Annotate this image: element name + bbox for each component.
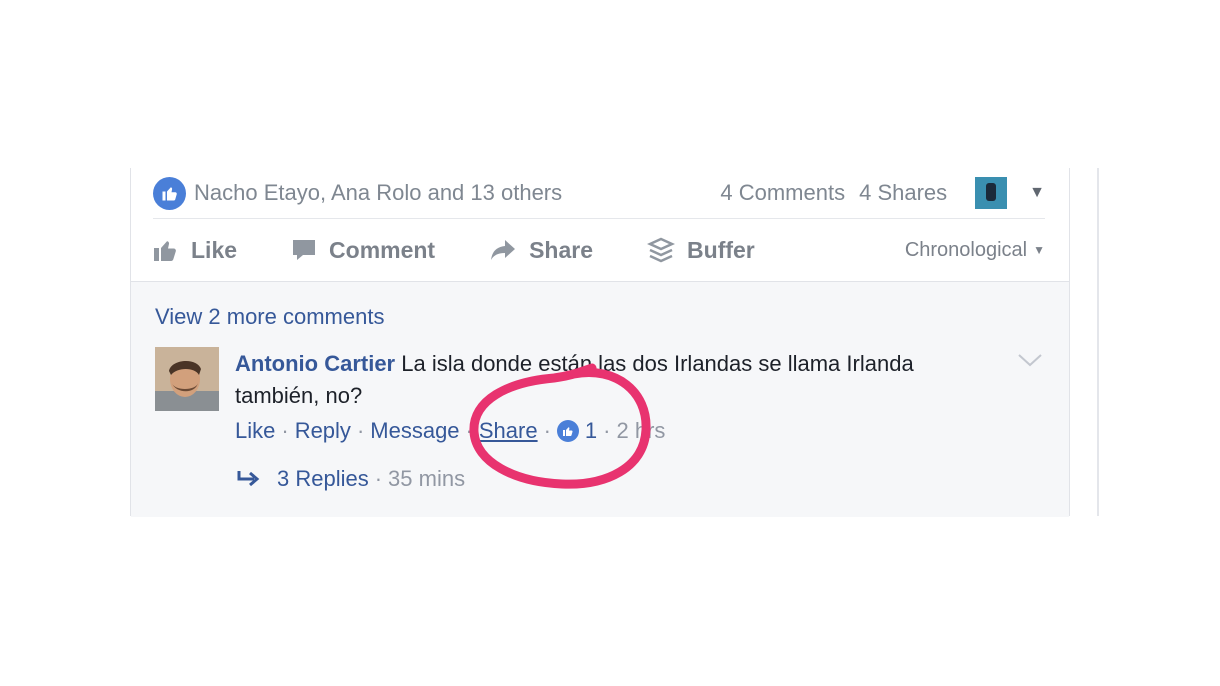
share-label: Share [529, 236, 594, 263]
post-card: Nacho Etayo, Ana Rolo and 13 others 4 Co… [130, 168, 1070, 517]
comment-message-link[interactable]: Message [370, 418, 459, 444]
likes-summary-link[interactable]: Nacho Etayo, Ana Rolo and 13 others [194, 180, 562, 206]
comment-share-link[interactable]: Share [479, 418, 538, 444]
sort-label: Chronological [904, 238, 1028, 261]
replies-count[interactable]: 3 Replies [277, 466, 369, 492]
page-avatar[interactable] [975, 177, 1008, 209]
comment-label: Comment [329, 236, 436, 263]
share-button[interactable]: Share [489, 237, 593, 264]
replies-link[interactable]: 3 Replies · 35 mins [235, 466, 465, 492]
buffer-icon [647, 237, 676, 263]
comment-button[interactable]: Comment [291, 237, 435, 264]
post-options-caret-icon[interactable]: ▼ [1029, 184, 1045, 202]
comment-icon [293, 240, 316, 260]
like-reaction-icon[interactable] [153, 176, 186, 210]
separator: · [465, 418, 473, 443]
reactions-summary: Nacho Etayo, Ana Rolo and 13 others 4 Co… [153, 168, 1045, 219]
separator: · [356, 418, 365, 443]
comments-section: View 2 more comments Antonio Cartier La … [131, 281, 1069, 517]
comment-sort-dropdown[interactable]: Chronological ▼ [905, 239, 1045, 262]
comment-reply-link[interactable]: Reply [295, 418, 351, 444]
like-label: Like [191, 236, 238, 263]
like-icon [154, 241, 176, 261]
separator: · [281, 418, 289, 443]
sort-caret-icon: ▼ [1033, 243, 1045, 257]
outer-divider [1097, 168, 1099, 516]
comment-like-count[interactable]: 1 [585, 418, 597, 444]
comment-like-count-icon[interactable] [556, 420, 579, 442]
buffer-label: Buffer [687, 236, 755, 263]
reply-arrow-icon [237, 471, 260, 487]
comment-actions: Like · Reply · Message · Share · 1 · 2 h… [235, 418, 665, 444]
separator: · [543, 418, 551, 443]
separator: · [374, 466, 383, 491]
comment-timestamp[interactable]: 2 hrs [617, 418, 666, 444]
comments-count-link[interactable]: 4 Comments [720, 180, 845, 206]
post-actions-bar: Like Comment Share Buffer Chronological … [153, 220, 1045, 280]
like-button[interactable]: Like [153, 237, 237, 264]
replies-timestamp: 35 mins [388, 466, 466, 491]
share-arrow-icon [491, 240, 516, 260]
shares-count-link[interactable]: 4 Shares [859, 180, 947, 206]
engagement-counts: 4 Comments 4 Shares ▼ [720, 177, 1045, 209]
separator: · [603, 418, 611, 443]
comment-author-link[interactable]: Antonio Cartier [235, 351, 395, 376]
comment-options-chevron-icon[interactable] [1017, 352, 1043, 373]
view-more-comments-link[interactable]: View 2 more comments [155, 304, 384, 330]
avatar[interactable] [155, 347, 219, 411]
comment-like-link[interactable]: Like [235, 418, 275, 444]
comment-body: Antonio Cartier La isla donde están las … [235, 348, 995, 412]
buffer-button[interactable]: Buffer [647, 237, 755, 264]
